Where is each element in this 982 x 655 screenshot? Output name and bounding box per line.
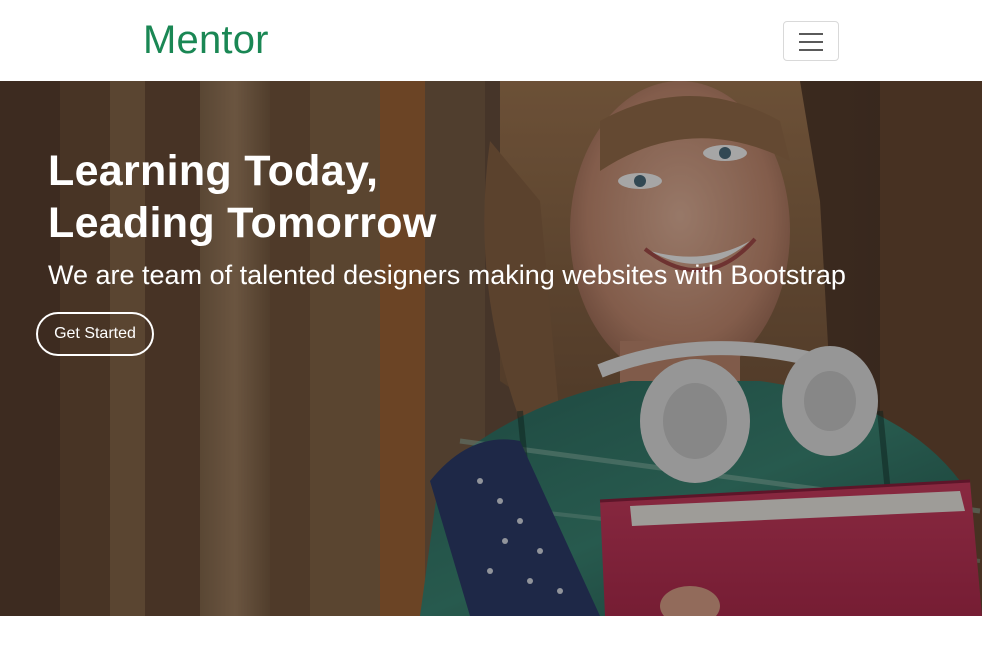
hero-title: Learning Today, Leading Tomorrow <box>48 145 437 249</box>
hamburger-menu-icon <box>799 32 823 52</box>
navbar-toggle-button[interactable] <box>783 21 839 61</box>
brand-logo-link[interactable]: Mentor <box>143 16 269 64</box>
hero-section: Learning Today, Leading Tomorrow We are … <box>0 81 982 616</box>
hero-subtitle: We are team of talented designers making… <box>48 260 846 290</box>
page-content-below-hero <box>0 616 982 655</box>
hero-title-line-2: Leading Tomorrow <box>48 199 437 247</box>
hero-title-line-1: Learning Today, <box>48 147 379 195</box>
get-started-button[interactable]: Get Started <box>36 312 154 356</box>
navbar: Mentor <box>0 0 982 81</box>
